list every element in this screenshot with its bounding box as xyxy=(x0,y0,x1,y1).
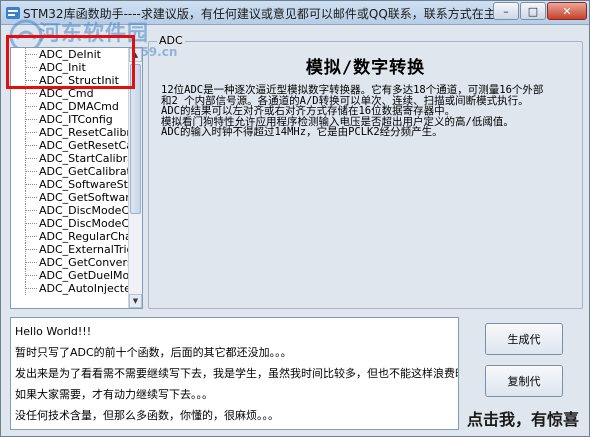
list-item[interactable]: ADC_RegularChannelC xyxy=(11,230,129,243)
output-line: 发出来是为了看看需不需要继续写下去，我是学生，虽然我时间比较多，但也不能这样浪费… xyxy=(15,367,459,380)
description-line: 12位ADC是一种逐次逼近型模拟数字转换器。它有多达18个通道，可测量16个外部 xyxy=(161,84,544,96)
detail-group xyxy=(148,41,583,309)
list-item[interactable]: ADC_DiscModeCmd xyxy=(11,217,129,230)
highlight-annotation xyxy=(6,35,135,89)
list-item[interactable]: ADC_GetConversionVa xyxy=(11,256,129,269)
output-line: 暂时只写了ADC的前十个函数，后面的其它都还没加。。。 xyxy=(15,346,292,359)
list-item[interactable]: ADC_AutoInjectedCor xyxy=(11,282,129,295)
output-line: 如果大家需要，才有动力继续写下去。。。 xyxy=(15,388,213,401)
list-item[interactable]: ADC_SoftwareStartCor xyxy=(11,178,129,191)
app-window: STM32库函数助手----求建议版，有任何建议或意见都可以邮件或QQ联系，联系… xyxy=(0,0,590,437)
generate-code-button[interactable]: 生成代 xyxy=(485,323,563,355)
list-item[interactable]: ADC_ITConfig xyxy=(11,113,129,126)
list-item[interactable]: ADC_StartCalibration xyxy=(11,152,129,165)
output-line: Hello World!!! xyxy=(15,325,92,338)
close-button[interactable]: ✕ xyxy=(547,2,587,20)
list-item[interactable]: ADC_GetDuelModeCo xyxy=(11,269,129,282)
list-item[interactable]: ADC_GetSoftwareStar xyxy=(11,191,129,204)
surprise-link[interactable]: 点击我，有惊喜 xyxy=(467,406,579,430)
list-item[interactable]: ADC_DMACmd xyxy=(11,100,129,113)
group-label: ADC xyxy=(157,34,185,47)
output-line: 没任何技术含量，但那么多函数，你懂的，很麻烦。。。 xyxy=(15,409,279,422)
description-line: ADC的结果可以左对齐或右对齐方式存储在16位数据寄存器中。 xyxy=(161,105,456,117)
list-item[interactable]: ADC_DiscModeChann xyxy=(11,204,129,217)
minimize-button[interactable]: – xyxy=(493,2,519,20)
output-textarea[interactable]: Hello World!!! 暂时只写了ADC的前十个函数，后面的其它都还没加。。… xyxy=(10,317,459,430)
detail-description: 12位ADC是一种逐次逼近型模拟数字转换器。它有多达18个通道，可测量16个外部… xyxy=(161,85,571,138)
window-controls: – □ ✕ xyxy=(492,2,587,20)
copy-code-button[interactable]: 复制代 xyxy=(485,365,563,397)
list-item[interactable]: ADC_GetCalibrationSta xyxy=(11,165,129,178)
list-item[interactable]: ADC_GetResetCalibrat xyxy=(11,139,129,152)
description-line: ADC的输入时钟不得超过14MHz，它是由PCLK2经分频产生。 xyxy=(161,126,443,138)
detail-title: 模拟/数字转换 xyxy=(305,58,426,78)
maximize-button[interactable]: □ xyxy=(520,2,546,20)
list-item[interactable]: ADC_ExternalTrigConv xyxy=(11,243,129,256)
list-item[interactable]: ADC_ResetCalibration xyxy=(11,126,129,139)
scroll-down-arrow-icon[interactable]: ▼ xyxy=(129,294,142,308)
